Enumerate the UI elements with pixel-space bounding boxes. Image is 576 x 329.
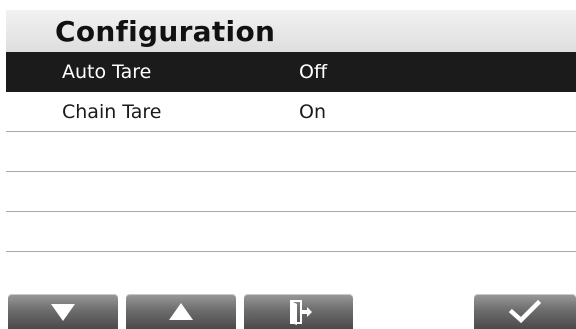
- empty-row: [6, 212, 576, 252]
- setting-value: Off: [299, 61, 328, 83]
- empty-row: [6, 252, 576, 292]
- checkmark-icon: [508, 299, 542, 323]
- settings-list: Auto Tare Off Chain Tare On: [6, 52, 576, 292]
- setting-value: On: [299, 101, 326, 123]
- setting-row-chain-tare[interactable]: Chain Tare On: [6, 92, 576, 132]
- arrow-down-icon: [51, 303, 75, 321]
- exit-button[interactable]: [244, 294, 353, 329]
- empty-row: [6, 172, 576, 212]
- configuration-screen: Configuration Auto Tare Off Chain Tare O…: [6, 10, 576, 329]
- confirm-button[interactable]: [474, 294, 576, 329]
- exit-door-icon: [289, 299, 312, 325]
- arrow-up-icon: [169, 302, 193, 320]
- header-bar: Configuration: [6, 10, 576, 52]
- setting-row-auto-tare[interactable]: Auto Tare Off: [6, 52, 576, 92]
- up-button[interactable]: [126, 294, 236, 329]
- setting-label: Auto Tare: [62, 61, 152, 83]
- page-title: Configuration: [55, 15, 276, 48]
- empty-row: [6, 132, 576, 172]
- down-button[interactable]: [8, 294, 118, 329]
- setting-label: Chain Tare: [62, 101, 162, 123]
- softkey-toolbar: [6, 294, 576, 329]
